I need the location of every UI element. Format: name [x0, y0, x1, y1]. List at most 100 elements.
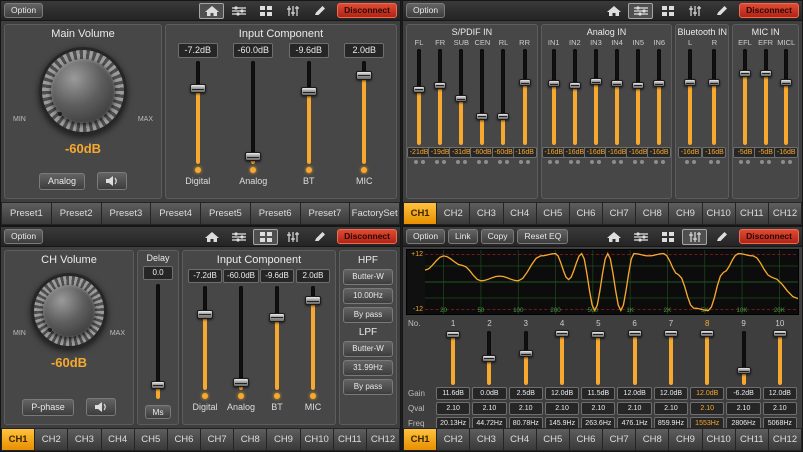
- level-fader-micl[interactable]: [779, 49, 793, 145]
- qval-badge-4[interactable]: 2.10: [545, 402, 579, 415]
- edit-icon[interactable]: [709, 229, 734, 245]
- channel-tab-ch11[interactable]: CH11: [736, 202, 769, 225]
- fader-handle[interactable]: [305, 296, 321, 305]
- band-fader-4[interactable]: [554, 331, 570, 385]
- fader-handle[interactable]: [245, 152, 261, 161]
- fader-handle[interactable]: [611, 80, 623, 87]
- faders-icon[interactable]: [682, 229, 707, 245]
- edit-icon[interactable]: [307, 229, 332, 245]
- qval-badge-7[interactable]: 2.10: [654, 402, 688, 415]
- fader-handle[interactable]: [519, 350, 533, 357]
- channel-tab-ch7[interactable]: CH7: [201, 428, 234, 451]
- band-fader-7[interactable]: [663, 331, 679, 385]
- hpf-type-button[interactable]: Butter-W: [343, 269, 393, 285]
- gain-badge-10[interactable]: 12.0dB: [763, 387, 797, 400]
- disconnect-button[interactable]: Disconnect: [337, 3, 397, 18]
- level-fader-digital[interactable]: [190, 61, 206, 164]
- grid-icon[interactable]: [253, 229, 278, 245]
- band-fader-1[interactable]: [445, 331, 461, 385]
- channel-tab-ch4[interactable]: CH4: [504, 428, 537, 451]
- fader-handle[interactable]: [482, 355, 496, 362]
- disconnect-button[interactable]: Disconnect: [739, 229, 799, 244]
- level-fader-fl[interactable]: [412, 49, 426, 145]
- fader-handle[interactable]: [434, 82, 446, 89]
- fader-handle[interactable]: [780, 79, 792, 86]
- toolbar-button-option[interactable]: Option: [406, 229, 445, 244]
- qval-badge-9[interactable]: 2.10: [726, 402, 760, 415]
- fader-handle[interactable]: [684, 79, 696, 86]
- lpf-freq-button[interactable]: 31.99Hz: [343, 360, 393, 376]
- home-icon[interactable]: [601, 229, 626, 245]
- channel-tab-ch9[interactable]: CH9: [669, 428, 702, 451]
- channel-tab-ch6[interactable]: CH6: [168, 428, 201, 451]
- fader-handle[interactable]: [739, 70, 751, 77]
- levels-icon[interactable]: [628, 229, 653, 245]
- qval-badge-6[interactable]: 2.10: [617, 402, 651, 415]
- level-fader-mic[interactable]: [305, 286, 321, 390]
- preset-tab-preset7[interactable]: Preset7: [301, 202, 351, 225]
- channel-tab-ch7[interactable]: CH7: [603, 428, 636, 451]
- channel-tab-ch2[interactable]: CH2: [437, 428, 470, 451]
- faders-icon[interactable]: [280, 3, 305, 19]
- speaker-button[interactable]: [86, 398, 116, 416]
- level-fader-analog[interactable]: [233, 286, 249, 390]
- edit-icon[interactable]: [709, 3, 734, 19]
- channel-tab-ch1[interactable]: CH1: [403, 202, 437, 225]
- grid-icon[interactable]: [655, 3, 680, 19]
- qval-badge-2[interactable]: 2.10: [472, 402, 506, 415]
- qval-badge-5[interactable]: 2.10: [581, 402, 615, 415]
- channel-tab-ch12[interactable]: CH12: [367, 428, 400, 451]
- level-fader-rl[interactable]: [496, 49, 510, 145]
- channel-tab-ch1[interactable]: CH1: [403, 428, 437, 451]
- toolbar-button-link[interactable]: Link: [448, 229, 478, 244]
- level-fader-rr[interactable]: [518, 49, 532, 145]
- faders-icon[interactable]: [682, 3, 707, 19]
- qval-badge-1[interactable]: 2.10: [436, 402, 470, 415]
- preset-tab-preset4[interactable]: Preset4: [151, 202, 201, 225]
- level-fader-bt[interactable]: [269, 286, 285, 390]
- disconnect-button[interactable]: Disconnect: [337, 229, 397, 244]
- channel-tab-ch8[interactable]: CH8: [636, 428, 669, 451]
- delay-fader[interactable]: [150, 284, 166, 399]
- channel-tab-ch4[interactable]: CH4: [102, 428, 135, 451]
- channel-tab-ch3[interactable]: CH3: [470, 202, 503, 225]
- fader-handle[interactable]: [628, 330, 642, 337]
- preset-tab-preset6[interactable]: Preset6: [251, 202, 301, 225]
- channel-tab-ch1[interactable]: CH1: [1, 428, 35, 451]
- gain-badge-7[interactable]: 12.0dB: [654, 387, 688, 400]
- gain-badge-8[interactable]: 12.0dB: [690, 387, 724, 400]
- level-fader-efr[interactable]: [759, 49, 773, 145]
- channel-tab-ch3[interactable]: CH3: [470, 428, 503, 451]
- gain-badge-6[interactable]: 12.0dB: [617, 387, 651, 400]
- band-fader-10[interactable]: [772, 331, 788, 385]
- level-fader-in2[interactable]: [568, 49, 582, 145]
- channel-tab-ch6[interactable]: CH6: [570, 202, 603, 225]
- toolbar-button-option[interactable]: Option: [4, 229, 43, 244]
- channel-tab-ch10[interactable]: CH10: [703, 202, 736, 225]
- channel-tab-ch6[interactable]: CH6: [570, 428, 603, 451]
- fader-handle[interactable]: [632, 82, 644, 89]
- channel-tab-ch11[interactable]: CH11: [736, 428, 769, 451]
- channel-tab-ch9[interactable]: CH9: [267, 428, 300, 451]
- qval-badge-8[interactable]: 2.10: [690, 402, 724, 415]
- fader-handle[interactable]: [737, 367, 751, 374]
- gain-badge-9[interactable]: -6.2dB: [726, 387, 760, 400]
- level-fader-digital[interactable]: [197, 286, 213, 390]
- band-fader-8[interactable]: [699, 331, 715, 385]
- disconnect-button[interactable]: Disconnect: [739, 3, 799, 18]
- level-fader-fr[interactable]: [433, 49, 447, 145]
- channel-tab-ch4[interactable]: CH4: [504, 202, 537, 225]
- fader-handle[interactable]: [446, 331, 460, 338]
- hpf-bypass-button[interactable]: By pass: [343, 307, 393, 323]
- channel-tab-ch8[interactable]: CH8: [234, 428, 267, 451]
- grid-icon[interactable]: [253, 3, 278, 19]
- gain-badge-5[interactable]: 11.5dB: [581, 387, 615, 400]
- fader-handle[interactable]: [413, 86, 425, 93]
- channel-tab-ch3[interactable]: CH3: [68, 428, 101, 451]
- channel-tab-ch2[interactable]: CH2: [35, 428, 68, 451]
- fader-handle[interactable]: [664, 330, 678, 337]
- fader-handle[interactable]: [233, 378, 249, 387]
- fader-handle[interactable]: [591, 331, 605, 338]
- fader-handle[interactable]: [519, 79, 531, 86]
- fader-handle[interactable]: [548, 80, 560, 87]
